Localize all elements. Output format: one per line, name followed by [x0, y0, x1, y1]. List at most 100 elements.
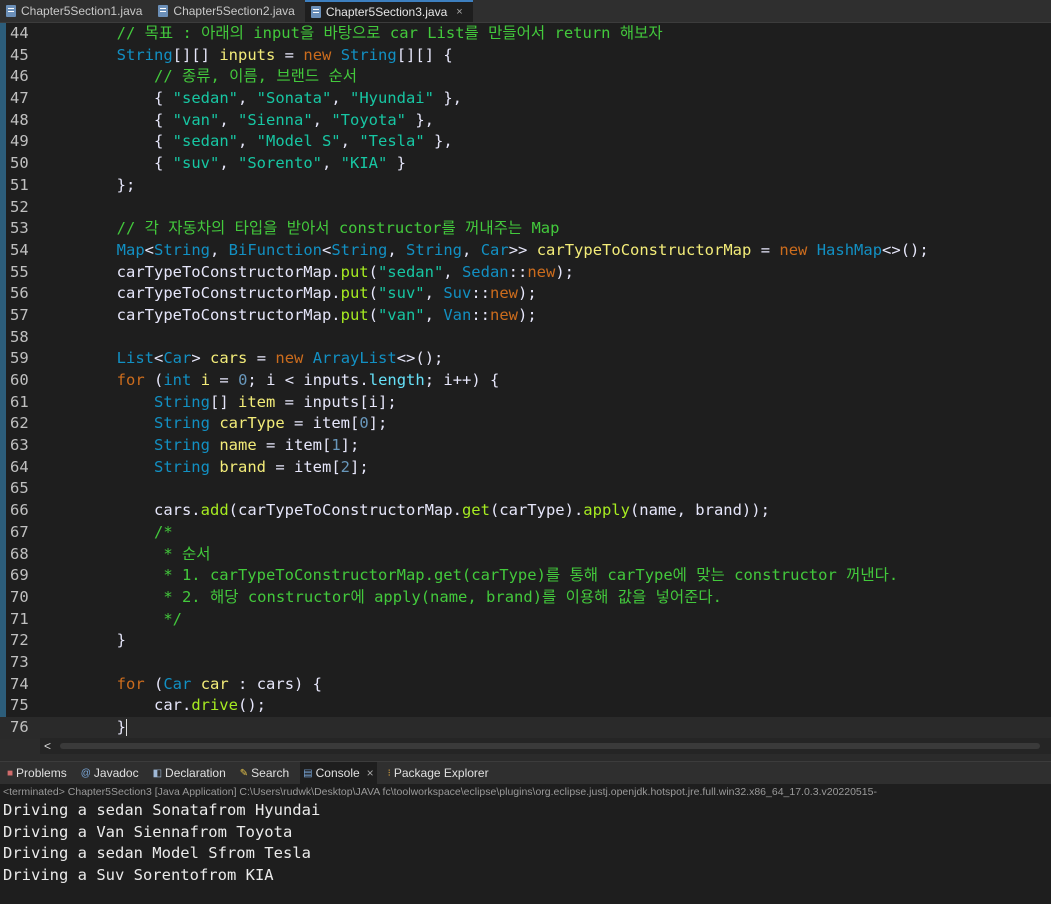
java-file-icon — [6, 5, 16, 17]
tab-declaration[interactable]: ◧ Declaration — [150, 762, 229, 784]
code-line: 54 Map<String, BiFunction<String, String… — [0, 240, 1051, 262]
tab-chapter5section2[interactable]: Chapter5Section2.java — [152, 0, 304, 22]
line-number: 51 — [10, 175, 29, 194]
line-number: 46 — [10, 67, 29, 86]
javadoc-icon: @ — [80, 767, 91, 779]
line-number: 59 — [10, 349, 29, 368]
line-number: 45 — [10, 45, 29, 64]
tab-package-explorer[interactable]: ⁝ Package Explorer — [385, 762, 492, 784]
package-explorer-icon: ⁝ — [387, 767, 391, 779]
code-line: 50 { "suv", "Sorento", "KIA" } — [0, 153, 1051, 175]
code-line: 64 String brand = item[2]; — [0, 457, 1051, 479]
code-line: 51 }; — [0, 175, 1051, 197]
java-file-icon — [310, 6, 321, 18]
tab-chapter5section1[interactable]: Chapter5Section1.java — [0, 0, 152, 22]
code-line: 58 — [0, 327, 1051, 349]
line-number: 64 — [10, 457, 29, 476]
java-file-icon — [158, 5, 169, 17]
code-line: 70 * 2. 해당 constructor에 apply(name, bran… — [0, 587, 1051, 609]
close-icon[interactable]: × — [456, 6, 462, 18]
scroll-left-arrow[interactable]: < — [44, 738, 51, 754]
code-line: 75 car.drive(); — [0, 695, 1051, 717]
line-number: 67 — [10, 522, 29, 541]
line-number: 73 — [10, 652, 29, 671]
code-line: 46 // 종류, 이름, 브랜드 순서 — [0, 66, 1051, 88]
tab-chapter5section3[interactable]: Chapter5Section3.java × — [304, 0, 473, 22]
current-code-line: 76 } — [0, 717, 1051, 739]
line-number: 62 — [10, 414, 29, 433]
line-number: 53 — [10, 219, 29, 238]
console-output[interactable]: Driving a sedan Sonatafrom Hyundai Drivi… — [0, 800, 1051, 904]
view-tab-bar: ■ Problems @ Javadoc ◧ Declaration ✎ Search … — [0, 761, 1051, 784]
code-line: 60 for (int i = 0; i < inputs.length; i+… — [0, 370, 1051, 392]
code-line: 44 // 목표 : 아래의 input을 바탕으로 car List를 만들어… — [0, 23, 1051, 45]
code-line: 66 cars.add(carTypeToConstructorMap.get(… — [0, 500, 1051, 522]
declaration-icon: ◧ — [152, 767, 163, 779]
code-line: 61 String[] item = inputs[i]; — [0, 392, 1051, 414]
line-number: 66 — [10, 501, 29, 520]
line-number: 71 — [10, 609, 29, 628]
horizontal-scrollbar[interactable]: < — [40, 738, 1051, 754]
comment-map: // 각 자동차의 타입을 받아서 constructor를 꺼내주는 Map — [116, 219, 560, 238]
text-cursor — [126, 719, 127, 736]
tab-search[interactable]: ✎ Search — [237, 762, 292, 784]
comment-order: // 종류, 이름, 브랜드 순서 — [153, 67, 357, 86]
code-line: 67 /* — [0, 522, 1051, 544]
line-number: 70 — [10, 587, 29, 606]
code-line: 53 // 각 자동차의 타입을 받아서 constructor를 꺼내주는 M… — [0, 218, 1051, 240]
code-line: 49 { "sedan", "Model S", "Tesla" }, — [0, 131, 1051, 153]
editor-tab-bar: Chapter5Section1.java Chapter5Section2.j… — [0, 0, 1051, 23]
code-line: 71 */ — [0, 609, 1051, 631]
code-line: 48 { "van", "Sienna", "Toyota" }, — [0, 110, 1051, 132]
line-number: 50 — [10, 154, 29, 173]
line-number: 61 — [10, 392, 29, 411]
line-number: 44 — [10, 24, 29, 42]
console-status-line: <terminated> Chapter5Section3 [Java Appl… — [0, 784, 1051, 800]
line-number: 49 — [10, 132, 29, 151]
tab-label: Chapter5Section3.java — [325, 5, 448, 19]
code-line: 47 { "sedan", "Sonata", "Hyundai" }, — [0, 88, 1051, 110]
line-number: 74 — [10, 674, 29, 693]
line-number: 63 — [10, 436, 29, 455]
line-number: 76 — [10, 718, 29, 736]
console-line: Driving a sedan Sonatafrom Hyundai — [3, 801, 321, 819]
code-line: 62 String carType = item[0]; — [0, 413, 1051, 435]
console-line: Driving a Van Siennafrom Toyota — [3, 822, 293, 841]
tab-label: Chapter5Section1.java — [21, 4, 143, 18]
close-icon[interactable]: × — [367, 766, 374, 780]
line-number: 68 — [10, 544, 29, 563]
problems-icon: ■ — [7, 767, 14, 779]
code-line: 68 * 순서 — [0, 544, 1051, 566]
line-number: 47 — [10, 89, 29, 108]
code-line: 45 String[][] inputs = new String[][] { — [0, 45, 1051, 67]
line-number: 60 — [10, 371, 29, 389]
code-line: 69 * 1. carTypeToConstructorMap.get(carT… — [0, 565, 1051, 587]
code-line: 52 — [0, 197, 1051, 219]
line-number: 75 — [10, 696, 29, 715]
code-editor[interactable]: 44 // 목표 : 아래의 input을 바탕으로 car List를 만들어… — [0, 23, 1051, 754]
line-number: 69 — [10, 566, 29, 585]
tab-console[interactable]: ▤ Console × — [300, 762, 377, 784]
line-number: 54 — [10, 240, 29, 259]
line-number: 57 — [10, 305, 29, 324]
line-number: 72 — [10, 631, 29, 650]
scrollbar-thumb[interactable] — [60, 743, 1040, 749]
console-icon: ▤ — [303, 767, 313, 779]
code-line: 57 carTypeToConstructorMap.put("van", Va… — [0, 305, 1051, 327]
tab-javadoc[interactable]: @ Javadoc — [78, 762, 142, 784]
line-number: 56 — [10, 284, 29, 303]
code-line: 56 carTypeToConstructorMap.put("suv", Su… — [0, 283, 1051, 305]
line-number: 52 — [10, 197, 29, 216]
code-line: 63 String name = item[1]; — [0, 435, 1051, 457]
comment-goal: // 목표 : 아래의 input을 바탕으로 car List를 만들어서 r… — [116, 24, 663, 42]
line-number: 48 — [10, 110, 29, 129]
code-line: 73 — [0, 652, 1051, 674]
search-icon: ✎ — [239, 767, 249, 779]
tab-problems[interactable]: ■ Problems — [4, 762, 70, 784]
tab-label: Chapter5Section2.java — [173, 4, 295, 18]
code-line: 72 } — [0, 630, 1051, 652]
code-lines[interactable]: 44 // 목표 : 아래의 input을 바탕으로 car List를 만들어… — [0, 23, 1051, 739]
code-line: 65 — [0, 478, 1051, 500]
line-number: 65 — [10, 479, 29, 498]
code-line: 59 List<Car> cars = new ArrayList<>(); — [0, 348, 1051, 370]
